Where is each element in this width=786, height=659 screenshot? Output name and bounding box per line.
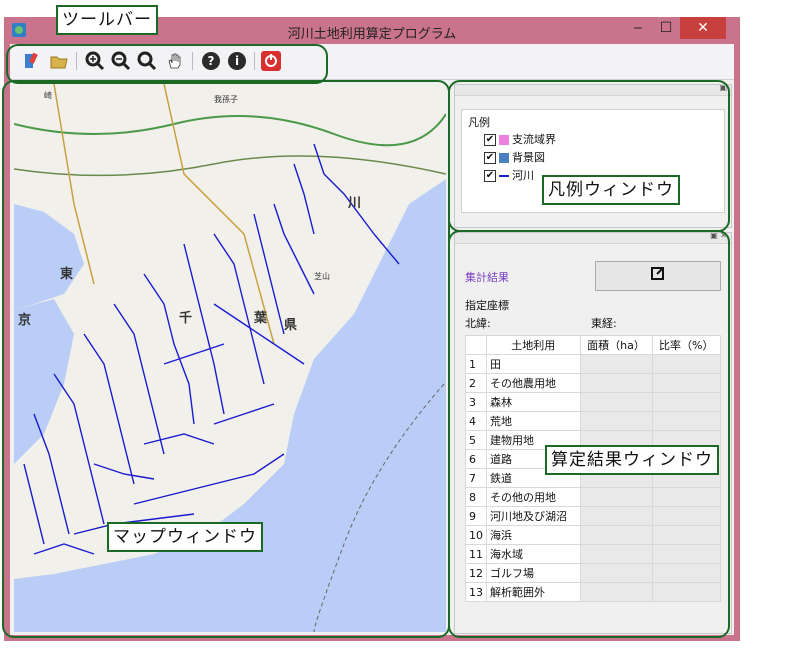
result-annotation: 算定結果ウィンドウ (545, 445, 719, 475)
maximize-button[interactable]: ☐ (652, 17, 680, 39)
legend-annotation: 凡例ウィンドウ (542, 175, 680, 205)
result-highlight (448, 230, 730, 638)
map-annotation: マップウィンドウ (107, 522, 263, 552)
legend-highlight (448, 80, 730, 232)
toolbar-annotation: ツールバー (56, 5, 158, 35)
minimize-button[interactable]: ‒ (624, 17, 652, 39)
map-highlight (2, 80, 450, 638)
close-button[interactable]: ✕ (680, 17, 726, 39)
toolbar-highlight (6, 44, 328, 84)
